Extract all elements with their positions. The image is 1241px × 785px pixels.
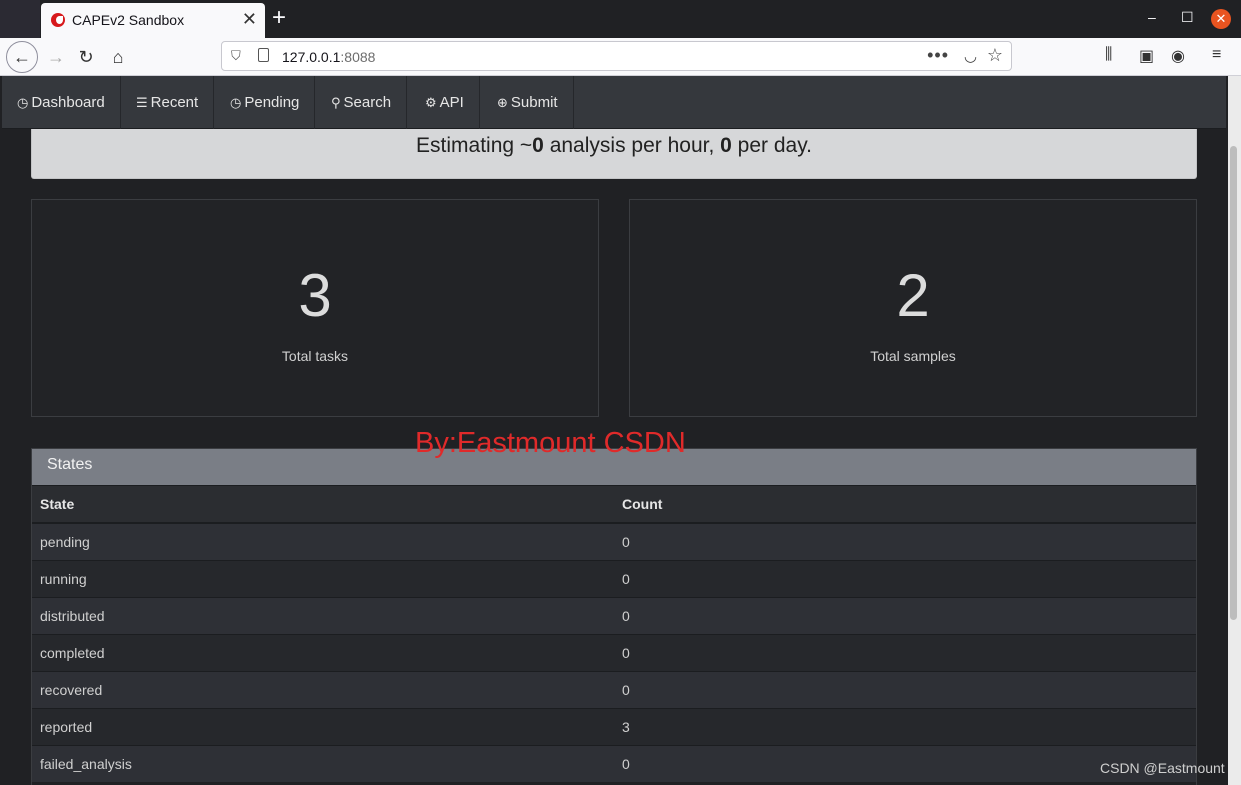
tab-strip-spacer [0, 0, 40, 38]
state-cell: recovered [32, 670, 614, 708]
tab-title: CAPEv2 Sandbox [72, 12, 185, 28]
nav-dashboard[interactable]: ◷ Dashboard [2, 76, 121, 129]
count-cell: 0 [614, 522, 1196, 560]
estimate-middle: analysis per hour, [543, 134, 721, 157]
total-samples-label: Total samples [870, 348, 956, 364]
close-window-button[interactable]: ✕ [1211, 9, 1231, 29]
nav-dashboard-label: Dashboard [31, 94, 105, 111]
nav-search-label: Search [343, 94, 392, 111]
state-cell: completed [32, 633, 614, 671]
close-tab-icon[interactable]: ✕ [242, 9, 257, 29]
estimate-prefix: Estimating ~ [416, 134, 533, 157]
column-header-state: State [32, 486, 614, 524]
table-row: running 0 [32, 559, 1196, 597]
table-row: distributed 0 [32, 596, 1196, 634]
count-cell: 0 [614, 559, 1196, 597]
clock-icon: ◷ [230, 95, 242, 110]
cape-favicon-icon [51, 13, 65, 27]
table-row: reported 3 [32, 707, 1196, 745]
table-row: recovered 0 [32, 670, 1196, 708]
page-content: ◷ Dashboard ☰ Recent ◷ Pending ⚲ Search ⚙ API… [0, 76, 1228, 785]
nav-api[interactable]: ⚙ API [410, 76, 480, 129]
account-icon[interactable]: ◉ [1171, 46, 1185, 66]
url-host: 127.0.0.1 [282, 49, 341, 65]
nav-api-label: API [439, 94, 464, 111]
upload-icon: ⊕ [497, 95, 508, 110]
nav-recent[interactable]: ☰ Recent [121, 76, 215, 129]
states-table-header: State Count [32, 486, 1196, 524]
estimate-per-hour: 0 [532, 134, 544, 157]
estimate-banner: Estimating ~0 analysis per hour, 0 per d… [31, 129, 1197, 179]
nav-search[interactable]: ⚲ Search [316, 76, 408, 129]
table-row: pending 0 [32, 522, 1196, 560]
forward-button[interactable]: → [42, 44, 70, 70]
count-cell: 3 [614, 707, 1196, 745]
bookmark-star-icon[interactable]: ☆ [987, 45, 1003, 66]
state-cell: distributed [32, 596, 614, 634]
total-tasks-label: Total tasks [281, 348, 349, 364]
count-cell: 0 [614, 633, 1196, 671]
count-cell: 0 [614, 596, 1196, 634]
pocket-icon[interactable]: ◡ [964, 47, 977, 65]
dashboard-icon: ◷ [17, 95, 29, 110]
total-tasks-card: 3 Total tasks [31, 199, 599, 417]
total-tasks-value: 3 [298, 262, 332, 329]
table-row: failed_analysis 0 [32, 744, 1196, 782]
browser-titlebar: CAPEv2 Sandbox ✕ + – ☐ ✕ [0, 0, 1241, 38]
total-samples-card: 2 Total samples [629, 199, 1197, 417]
sidebar-icon[interactable]: ▣ [1139, 46, 1154, 66]
nav-submit[interactable]: ⊕ Submit [482, 76, 574, 129]
total-samples-value: 2 [896, 262, 930, 329]
scrollbar-thumb[interactable] [1230, 146, 1237, 620]
url-port: :8088 [340, 49, 376, 65]
nav-pending[interactable]: ◷ Pending [215, 76, 316, 129]
home-button[interactable]: ⌂ [104, 44, 132, 70]
page-info-icon[interactable] [258, 48, 269, 62]
new-tab-button[interactable]: + [272, 5, 286, 31]
search-icon: ⚲ [331, 95, 341, 110]
estimate-suffix: per day. [731, 134, 812, 157]
url-text[interactable]: 127.0.0.1:8088 [282, 49, 375, 65]
tracking-protection-shield-icon[interactable]: ⛉ [231, 48, 241, 64]
estimate-per-day: 0 [720, 134, 732, 157]
minimize-window-button[interactable]: – [1148, 9, 1156, 25]
csdn-watermark: CSDN @Eastmount [1100, 760, 1225, 776]
column-header-count: Count [614, 486, 1196, 524]
url-bar[interactable]: ⛉ 127.0.0.1:8088 ••• ◡ ☆ [221, 41, 1012, 71]
nav-pending-label: Pending [244, 94, 300, 111]
back-button[interactable]: ← [6, 41, 38, 73]
hamburger-menu-icon[interactable]: ≡ [1212, 46, 1221, 64]
page-scrollbar[interactable] [1228, 76, 1241, 785]
app-navbar: ◷ Dashboard ☰ Recent ◷ Pending ⚲ Search ⚙ API… [2, 76, 1226, 129]
states-table: State Count pending 0 running 0 distribute… [32, 486, 1196, 782]
list-icon: ☰ [136, 95, 148, 110]
reload-button[interactable]: ↻ [72, 44, 100, 70]
maximize-window-button[interactable]: ☐ [1181, 9, 1194, 26]
page-actions-menu-icon[interactable]: ••• [927, 45, 949, 66]
table-row: completed 0 [32, 633, 1196, 671]
state-cell: failed_analysis [32, 744, 614, 782]
state-cell: running [32, 559, 614, 597]
gear-icon: ⚙ [425, 95, 437, 110]
nav-submit-label: Submit [510, 94, 558, 111]
browser-tab[interactable]: CAPEv2 Sandbox ✕ [41, 3, 265, 38]
author-watermark: By:Eastmount CSDN [415, 427, 686, 459]
state-cell: reported [32, 707, 614, 745]
nav-recent-label: Recent [150, 94, 199, 111]
library-icon[interactable]: ⫼ [1105, 46, 1112, 64]
count-cell: 0 [614, 670, 1196, 708]
states-panel: States State Count pending 0 running 0 dis… [31, 448, 1197, 785]
state-cell: pending [32, 522, 614, 560]
